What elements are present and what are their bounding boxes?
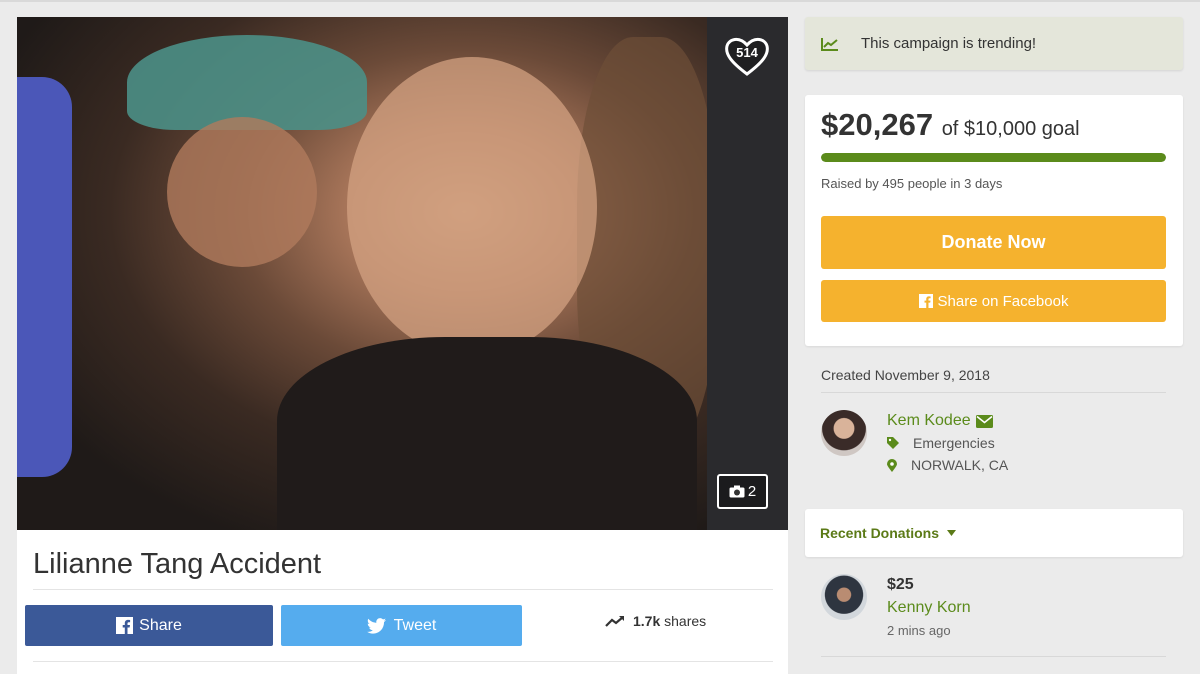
trending-banner: This campaign is trending!	[805, 17, 1183, 70]
shares-label: shares	[664, 613, 707, 629]
caret-down-icon	[947, 530, 957, 536]
campaign-title: Lilianne Tang Accident	[33, 548, 322, 580]
divider	[33, 661, 773, 662]
share-on-facebook-label: Share on Facebook	[937, 292, 1069, 310]
donation-goal-card: $20,267 of $10,000 goal Raised by 495 pe…	[805, 95, 1183, 346]
raised-amount: $20,267	[821, 107, 934, 142]
progress-bar	[821, 153, 1166, 162]
shares-count-value: 1.7k	[633, 613, 661, 629]
photo-bg-shape	[167, 117, 317, 267]
envelope-icon[interactable]	[975, 414, 993, 428]
trending-chart-icon	[821, 37, 838, 51]
created-date: Created November 9, 2018	[821, 367, 990, 383]
map-marker-icon	[887, 458, 897, 472]
photo-bg-shape	[707, 17, 788, 530]
recent-donations-header: Recent Donations	[820, 525, 940, 541]
organizer-name: Kem Kodee	[887, 412, 971, 429]
photo-bg-shape	[127, 35, 367, 130]
raised-by-text: Raised by 495 people in 3 days	[821, 176, 1003, 191]
category-label: Emergencies	[913, 435, 995, 451]
recent-donations-toggle[interactable]: Recent Donations	[805, 509, 1183, 557]
photo-bg-shape	[17, 77, 72, 477]
campaign-info-card: Lilianne Tang Accident Share Tweet 1.7k …	[17, 530, 788, 674]
location-label: NORWALK, CA	[911, 457, 1009, 473]
donation-amount: $25	[887, 576, 914, 593]
photo-count-value: 2	[747, 483, 757, 500]
heart-badge[interactable]: 514	[723, 35, 771, 77]
tweet-button[interactable]: Tweet	[281, 605, 522, 646]
camera-icon	[729, 485, 745, 498]
photo-bg-shape	[277, 337, 697, 530]
trending-icon	[605, 616, 624, 627]
campaign-photo[interactable]: 514 2	[17, 17, 788, 530]
tweet-label: Tweet	[393, 616, 437, 634]
organizer-link[interactable]: Kem Kodee	[887, 412, 993, 430]
donor-name[interactable]: Kenny Korn	[887, 599, 971, 617]
facebook-icon	[918, 294, 933, 308]
share-on-facebook-button[interactable]: Share on Facebook	[821, 280, 1166, 322]
organizer-location: NORWALK, CA	[887, 457, 1008, 473]
donor-avatar	[821, 574, 867, 620]
photo-bg-shape	[347, 57, 597, 357]
organizer-category: Emergencies	[887, 435, 995, 451]
twitter-icon	[366, 617, 386, 634]
shares-count: 1.7k shares	[605, 613, 706, 629]
facebook-share-button[interactable]: Share	[25, 605, 273, 646]
organizer-avatar[interactable]	[821, 410, 867, 456]
divider	[33, 589, 773, 590]
tag-icon	[887, 437, 899, 449]
donate-now-button[interactable]: Donate Now	[821, 216, 1166, 269]
divider	[821, 656, 1166, 657]
divider	[821, 392, 1166, 393]
goal-amount: of $10,000 goal	[941, 118, 1080, 140]
progress-fill	[821, 153, 1166, 162]
top-border	[0, 0, 1200, 2]
facebook-icon	[116, 617, 134, 634]
trending-text: This campaign is trending!	[861, 35, 1037, 52]
heart-count: 514	[736, 45, 758, 60]
donation-time: 2 mins ago	[887, 623, 951, 638]
photo-count-button[interactable]: 2	[717, 474, 768, 509]
amount-raised: $20,267 of $10,000 goal	[821, 107, 1080, 143]
share-label: Share	[139, 616, 182, 634]
